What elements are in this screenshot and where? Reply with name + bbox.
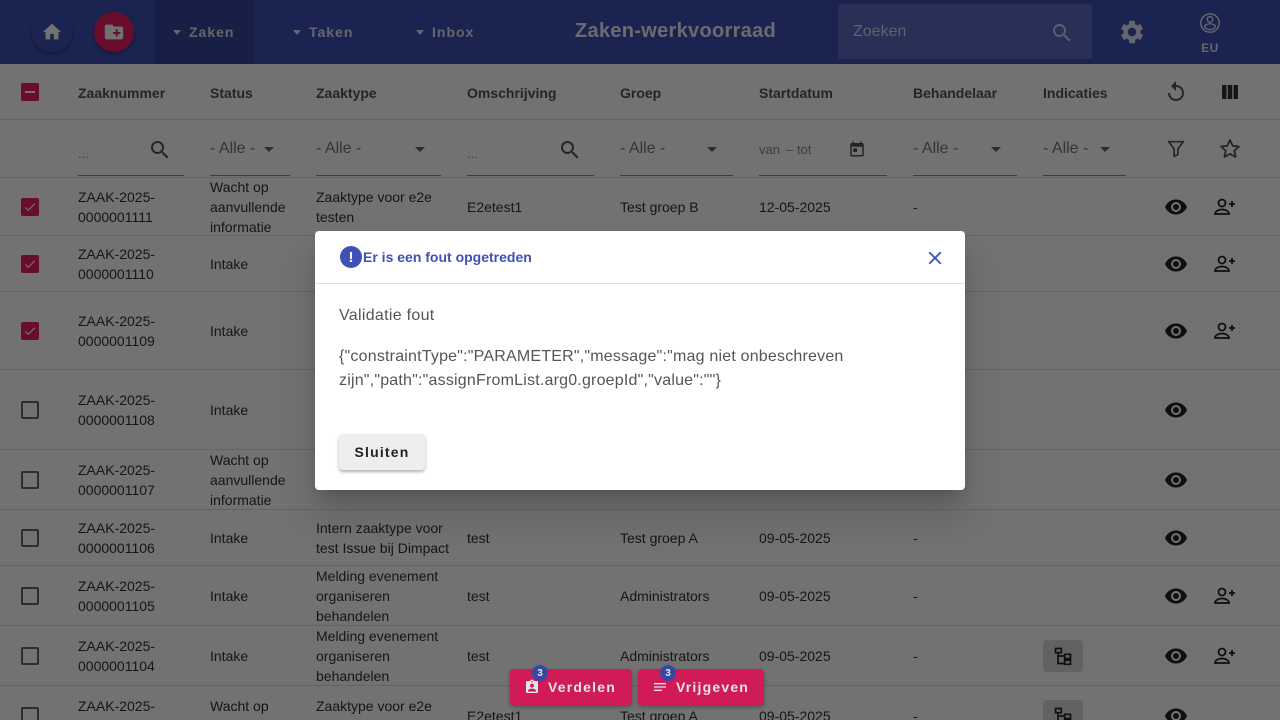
error-dialog: ! Er is een fout opgetreden Validatie fo… (315, 231, 965, 490)
close-dialog-button[interactable]: Sluiten (339, 434, 425, 470)
vrijgeven-label: Vrijgeven (676, 679, 750, 695)
close-icon[interactable] (924, 247, 946, 269)
verdelen-label: Verdelen (548, 679, 616, 695)
notes-icon (654, 683, 666, 691)
error-icon: ! (340, 246, 362, 268)
verdelen-button[interactable]: 3 Verdelen (510, 665, 632, 705)
dialog-header: ! Er is een fout opgetreden (315, 231, 965, 284)
assign-ind-icon (526, 679, 538, 693)
verdelen-count-badge: 3 (532, 665, 548, 681)
vrijgeven-count-badge: 3 (660, 665, 676, 681)
dialog-title: Er is een fout opgetreden (363, 249, 532, 265)
dialog-subtitle: Validatie fout (339, 307, 435, 324)
vrijgeven-button[interactable]: 3 Vrijgeven (638, 665, 764, 705)
dialog-message: {"constraintType":"PARAMETER","message":… (339, 348, 844, 389)
